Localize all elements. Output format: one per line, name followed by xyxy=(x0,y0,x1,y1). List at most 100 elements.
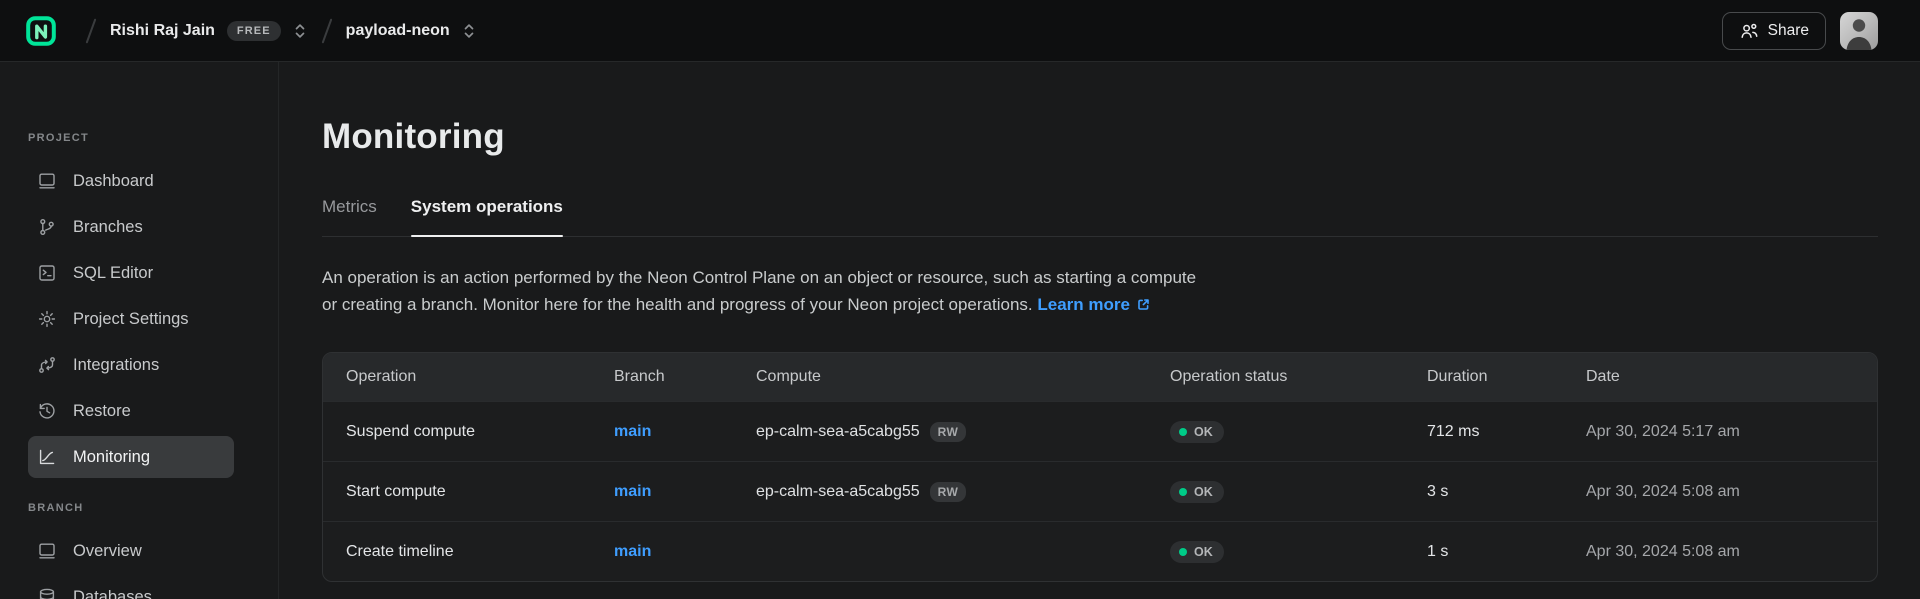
sidebar-item-sql-editor[interactable]: SQL Editor xyxy=(28,252,234,294)
sidebar-item-overview[interactable]: Overview xyxy=(28,530,234,572)
breadcrumb-divider xyxy=(321,18,332,43)
sidebar-item-label: Monitoring xyxy=(73,448,150,467)
status-label: OK xyxy=(1194,485,1213,499)
integrations-icon xyxy=(37,355,57,375)
status-cell: OK xyxy=(1170,421,1427,443)
share-label: Share xyxy=(1768,22,1809,40)
project-name: payload-neon xyxy=(346,22,450,40)
status-cell: OK xyxy=(1170,541,1427,563)
compute-name: ep-calm-sea-a5cabg55 xyxy=(756,483,920,501)
branch-cell: main xyxy=(614,483,756,501)
tab-bar: Metrics System operations xyxy=(322,197,1878,237)
project-selector[interactable]: payload-neon xyxy=(346,22,477,40)
operations-table-header: OperationBranchComputeOperation statusDu… xyxy=(323,353,1877,401)
sidebar-item-label: Integrations xyxy=(73,356,159,375)
neon-logo-icon[interactable] xyxy=(26,16,56,46)
sidebar-item-databases[interactable]: Databases xyxy=(28,576,234,599)
external-link-icon xyxy=(1136,293,1151,320)
org-selector[interactable]: Rishi Raj Jain FREE xyxy=(110,21,308,41)
status-label: OK xyxy=(1194,545,1213,559)
duration-cell: 1 s xyxy=(1427,543,1586,561)
sidebar-item-label: Restore xyxy=(73,402,131,421)
gear-icon xyxy=(37,309,57,329)
table-row: Suspend compute main ep-calm-sea-a5cabg5… xyxy=(323,401,1877,461)
sidebar-item-dashboard[interactable]: Dashboard xyxy=(28,160,234,202)
sql-editor-icon xyxy=(37,263,57,283)
branch-link[interactable]: main xyxy=(614,423,651,440)
operation-cell: Start compute xyxy=(346,483,614,501)
status-badge: OK xyxy=(1170,541,1224,563)
operations-description: An operation is an action performed by t… xyxy=(322,264,1878,320)
status-badge: OK xyxy=(1170,421,1224,443)
date-cell: Apr 30, 2024 5:08 am xyxy=(1586,483,1877,501)
sidebar-item-label: Branches xyxy=(73,218,143,237)
operation-cell: Suspend compute xyxy=(346,423,614,441)
branch-link[interactable]: main xyxy=(614,543,651,560)
sidebar-item-label: SQL Editor xyxy=(73,264,153,283)
chevron-updown-icon xyxy=(292,22,308,40)
sidebar-section-label: PROJECT xyxy=(28,132,278,144)
share-users-icon xyxy=(1739,21,1759,41)
column-header-date: Date xyxy=(1586,368,1877,386)
status-badge: OK xyxy=(1170,481,1224,503)
sidebar: PROJECT Dashboard Branches SQL Editor Pr… xyxy=(0,62,279,599)
table-row: Create timeline main OK 1 s Apr 30, 2024… xyxy=(323,521,1877,581)
column-header-operation: Operation xyxy=(346,368,614,386)
status-label: OK xyxy=(1194,425,1213,439)
operation-cell: Create timeline xyxy=(346,543,614,561)
compute-name: ep-calm-sea-a5cabg55 xyxy=(756,423,920,441)
tab-metrics[interactable]: Metrics xyxy=(322,197,377,236)
date-cell: Apr 30, 2024 5:08 am xyxy=(1586,543,1877,561)
branch-cell: main xyxy=(614,543,756,561)
org-name: Rishi Raj Jain xyxy=(110,22,215,40)
compute-rw-badge: RW xyxy=(930,422,967,442)
sidebar-item-label: Dashboard xyxy=(73,172,154,191)
column-header-branch: Branch xyxy=(614,368,756,386)
status-ok-dot-icon xyxy=(1179,488,1187,496)
operations-table-body: Suspend compute main ep-calm-sea-a5cabg5… xyxy=(323,401,1877,581)
sidebar-item-integrations[interactable]: Integrations xyxy=(28,344,234,386)
compute-cell: ep-calm-sea-a5cabg55 RW xyxy=(756,482,1170,502)
learn-more-link[interactable]: Learn more xyxy=(1037,295,1130,314)
sidebar-item-monitoring[interactable]: Monitoring xyxy=(28,436,234,478)
column-header-operation-status: Operation status xyxy=(1170,368,1427,386)
page-title: Monitoring xyxy=(322,117,1878,157)
dashboard-icon xyxy=(37,171,57,191)
table-row: Start compute main ep-calm-sea-a5cabg55 … xyxy=(323,461,1877,521)
databases-icon xyxy=(37,587,57,599)
status-ok-dot-icon xyxy=(1179,548,1187,556)
duration-cell: 712 ms xyxy=(1427,423,1586,441)
tab-system-operations[interactable]: System operations xyxy=(411,197,563,236)
app-header: Rishi Raj Jain FREE payload-neon Share xyxy=(0,0,1920,62)
share-button[interactable]: Share xyxy=(1722,12,1826,50)
description-line1: An operation is an action performed by t… xyxy=(322,264,1878,291)
sidebar-item-branches[interactable]: Branches xyxy=(28,206,234,248)
branch-cell: main xyxy=(614,423,756,441)
sidebar-item-project-settings[interactable]: Project Settings xyxy=(28,298,234,340)
sidebar-section-project: PROJECT Dashboard Branches SQL Editor Pr… xyxy=(0,132,278,478)
monitoring-icon xyxy=(37,447,57,467)
compute-cell: ep-calm-sea-a5cabg55 RW xyxy=(756,422,1170,442)
sidebar-item-label: Databases xyxy=(73,588,152,599)
branch-link[interactable]: main xyxy=(614,483,651,500)
sidebar-section-branch: BRANCH Overview Databases xyxy=(0,502,278,599)
sidebar-item-label: Overview xyxy=(73,542,142,561)
description-line2: or creating a branch. Monitor here for t… xyxy=(322,295,1033,314)
sidebar-item-restore[interactable]: Restore xyxy=(28,390,234,432)
plan-badge: FREE xyxy=(227,21,281,41)
sidebar-section-label: BRANCH xyxy=(28,502,278,514)
operations-table: OperationBranchComputeOperation statusDu… xyxy=(322,352,1878,582)
breadcrumb-divider xyxy=(86,18,97,43)
date-cell: Apr 30, 2024 5:17 am xyxy=(1586,423,1877,441)
column-header-duration: Duration xyxy=(1427,368,1586,386)
overview-icon xyxy=(37,541,57,561)
user-avatar[interactable] xyxy=(1840,12,1878,50)
branches-icon xyxy=(37,217,57,237)
status-cell: OK xyxy=(1170,481,1427,503)
main-content: Monitoring Metrics System operations An o… xyxy=(279,62,1920,599)
compute-rw-badge: RW xyxy=(930,482,967,502)
status-ok-dot-icon xyxy=(1179,428,1187,436)
chevron-updown-icon xyxy=(461,22,477,40)
duration-cell: 3 s xyxy=(1427,483,1586,501)
column-header-compute: Compute xyxy=(756,368,1170,386)
